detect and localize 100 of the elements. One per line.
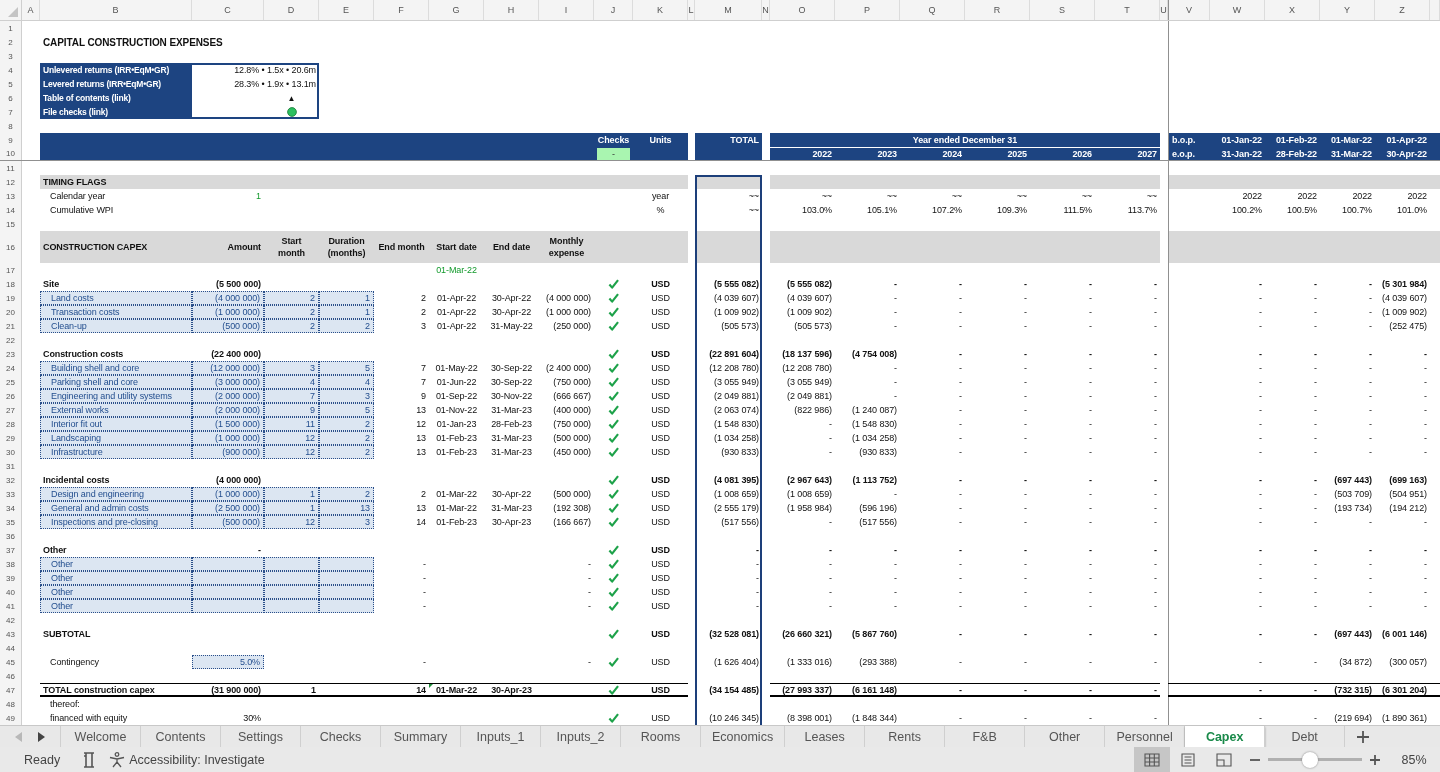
input-cell[interactable]: 11: [264, 417, 319, 431]
input-cell[interactable]: (2 000 000): [192, 389, 264, 403]
input-cell[interactable]: Other: [40, 585, 192, 599]
input-cell[interactable]: Building shell and core: [40, 361, 192, 375]
accessibility-status[interactable]: Accessibility: Investigate: [129, 752, 265, 767]
input-cell[interactable]: Engineering and utility systems: [40, 389, 192, 403]
input-cell[interactable]: (500 000): [192, 515, 264, 529]
column-header[interactable]: A: [22, 0, 40, 20]
input-cell[interactable]: 2: [264, 291, 319, 305]
macro-record-icon[interactable]: [82, 751, 97, 768]
input-cell[interactable]: (3 000 000): [192, 375, 264, 389]
row-header[interactable]: 34: [0, 501, 22, 515]
input-cell[interactable]: Other: [40, 599, 192, 613]
input-cell[interactable]: Parking shell and core: [40, 375, 192, 389]
input-cell[interactable]: 1: [319, 291, 374, 305]
column-header[interactable]: O: [770, 0, 835, 20]
input-cell[interactable]: (1 000 000): [192, 305, 264, 319]
row-header[interactable]: 11: [0, 161, 22, 175]
input-cell[interactable]: 12: [264, 445, 319, 459]
row-header[interactable]: 13: [0, 189, 22, 203]
row-header[interactable]: 5: [0, 77, 22, 91]
input-cell[interactable]: (2 000 000): [192, 403, 264, 417]
row-header[interactable]: 28: [0, 417, 22, 431]
column-header[interactable]: C: [192, 0, 264, 20]
zoom-in-icon[interactable]: [1370, 754, 1380, 765]
next-sheet-icon[interactable]: [37, 731, 46, 742]
row-header[interactable]: 36: [0, 529, 22, 543]
row-header[interactable]: 24: [0, 361, 22, 375]
row-header[interactable]: 49: [0, 711, 22, 725]
input-cell[interactable]: Land costs: [40, 291, 192, 305]
input-cell[interactable]: Interior fit out: [40, 417, 192, 431]
input-cell[interactable]: (4 000 000): [192, 291, 264, 305]
row-header[interactable]: 37: [0, 543, 22, 557]
column-header[interactable]: W: [1210, 0, 1265, 20]
input-cell[interactable]: Infrastructure: [40, 445, 192, 459]
accessibility-icon[interactable]: [108, 751, 127, 768]
input-cell[interactable]: (500 000): [192, 319, 264, 333]
status-dot[interactable]: [286, 107, 297, 117]
column-header[interactable]: J: [594, 0, 633, 20]
row-header[interactable]: 43: [0, 627, 22, 641]
input-cell[interactable]: Other: [40, 557, 192, 571]
input-cell[interactable]: [264, 557, 319, 571]
input-cell[interactable]: 2: [264, 319, 319, 333]
row-header[interactable]: 45: [0, 655, 22, 669]
row-header[interactable]: 7: [0, 105, 22, 119]
row-header[interactable]: 47: [0, 683, 22, 697]
input-cell[interactable]: 2: [319, 431, 374, 445]
column-header[interactable]: D: [264, 0, 319, 20]
input-cell[interactable]: 2: [319, 319, 374, 333]
column-header[interactable]: I: [539, 0, 594, 20]
row-header[interactable]: 27: [0, 403, 22, 417]
input-cell[interactable]: [319, 557, 374, 571]
column-header[interactable]: V: [1168, 0, 1210, 20]
input-cell[interactable]: Other: [40, 571, 192, 585]
column-header[interactable]: K: [633, 0, 688, 20]
input-cell[interactable]: (900 000): [192, 445, 264, 459]
input-cell[interactable]: 3: [319, 515, 374, 529]
column-header[interactable]: Y: [1320, 0, 1375, 20]
link-marker[interactable]: ▲: [287, 93, 296, 103]
input-cell[interactable]: [192, 571, 264, 585]
input-cell[interactable]: 2: [319, 445, 374, 459]
column-header[interactable]: T: [1095, 0, 1160, 20]
column-header[interactable]: U: [1160, 0, 1168, 20]
column-header[interactable]: G: [429, 0, 484, 20]
comment-marker-icon[interactable]: [429, 683, 434, 688]
column-header[interactable]: X: [1265, 0, 1320, 20]
input-cell[interactable]: [264, 571, 319, 585]
row-header[interactable]: 15: [0, 217, 22, 231]
column-header[interactable]: P: [835, 0, 900, 20]
row-header[interactable]: 30: [0, 445, 22, 459]
input-cell[interactable]: (1 000 000): [192, 431, 264, 445]
input-cell[interactable]: (12 000 000): [192, 361, 264, 375]
row-header[interactable]: 33: [0, 487, 22, 501]
row-header[interactable]: 48: [0, 697, 22, 711]
column-header[interactable]: Z: [1375, 0, 1430, 20]
input-cell[interactable]: 3: [264, 361, 319, 375]
row-header[interactable]: 42: [0, 613, 22, 627]
row-header[interactable]: 29: [0, 431, 22, 445]
input-cell[interactable]: 12: [264, 515, 319, 529]
row-header[interactable]: 26: [0, 389, 22, 403]
column-header[interactable]: N: [762, 0, 770, 20]
row-header[interactable]: 19: [0, 291, 22, 305]
input-cell[interactable]: [192, 585, 264, 599]
input-cell[interactable]: Inspections and pre-closing: [40, 515, 192, 529]
column-header[interactable]: E: [319, 0, 374, 20]
column-header[interactable]: B: [40, 0, 192, 20]
row-header[interactable]: 38: [0, 557, 22, 571]
input-cell[interactable]: [192, 599, 264, 613]
input-cell[interactable]: [319, 585, 374, 599]
row-header[interactable]: 46: [0, 669, 22, 683]
row-header[interactable]: 20: [0, 305, 22, 319]
row-header[interactable]: 32: [0, 473, 22, 487]
input-cell[interactable]: [319, 571, 374, 585]
column-header[interactable]: S: [1030, 0, 1095, 20]
add-sheet-icon[interactable]: [1357, 730, 1370, 743]
column-header[interactable]: R: [965, 0, 1030, 20]
column-header[interactable]: L: [688, 0, 695, 20]
input-cell[interactable]: 12: [264, 431, 319, 445]
input-cell[interactable]: [264, 585, 319, 599]
input-cell[interactable]: 3: [319, 389, 374, 403]
